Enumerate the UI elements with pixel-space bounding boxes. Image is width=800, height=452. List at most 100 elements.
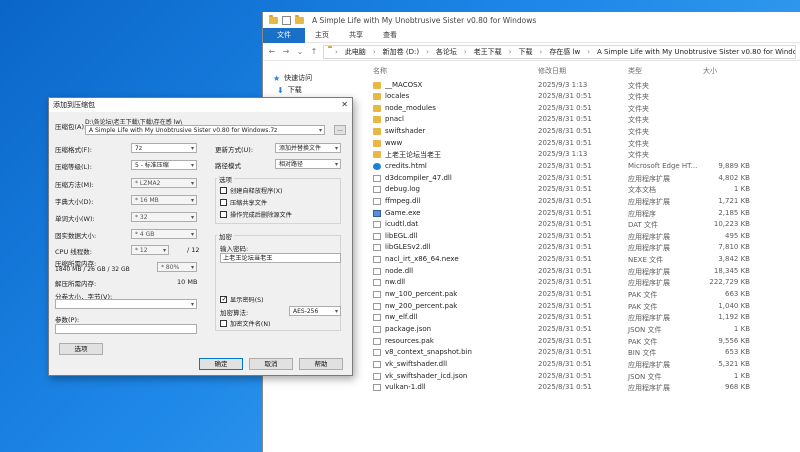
close-icon[interactable]: ✕ — [341, 100, 348, 109]
file-row[interactable]: vk_swiftshader_icd.json 2025/8/31 0:51 JSO… — [363, 370, 800, 382]
params-input[interactable] — [55, 324, 197, 334]
split-select[interactable]: ▾ — [55, 299, 197, 309]
back-arrow-icon[interactable]: ← — [267, 47, 277, 56]
nav-item-downloads[interactable]: ⬇ 下载 — [263, 84, 363, 96]
update-select[interactable]: 添加并替换文件 ▾ — [275, 143, 341, 153]
file-name: vulkan-1.dll — [385, 383, 426, 392]
file-type: PAK 文件 — [628, 337, 658, 346]
file-type: 文件夹 — [628, 151, 649, 160]
format-select[interactable]: 7z ▾ — [131, 143, 197, 153]
column-header-size[interactable]: 大小 — [703, 66, 717, 76]
address-bar[interactable]: › 此电脑 › 新加卷 (D:) › 各论坛 › 老王下载 › 下载 › 存在感 lw › … — [323, 44, 796, 59]
file-row[interactable]: nacl_irt_x86_64.nexe 2025/8/31 0:51 NEXE 文… — [363, 254, 800, 266]
column-header-name[interactable]: 名称 — [373, 66, 387, 76]
file-row[interactable]: package.json 2025/8/31 0:51 JSON 文件 1 KB — [363, 323, 800, 335]
ok-button[interactable]: 确定 — [199, 358, 243, 370]
nav-item-label: 快速访问 — [284, 74, 313, 82]
file-row[interactable]: ffmpeg.dll 2025/8/31 0:51 应用程序扩展 1,721 KB — [363, 195, 800, 207]
chevron-down-icon: ▾ — [190, 162, 194, 169]
file-icon — [373, 186, 381, 194]
breadcrumb-item[interactable]: 此电脑 — [345, 47, 366, 57]
column-header-type[interactable]: 类型 — [628, 66, 642, 76]
shared-checkbox[interactable]: 压缩共享文件 — [220, 198, 267, 207]
path-label: 路径模式 — [215, 162, 241, 170]
file-row[interactable]: credits.html 2025/8/31 0:51 Microsoft Edge… — [363, 160, 800, 172]
file-row[interactable]: swiftshader 2025/8/31 0:51 文件夹 — [363, 126, 800, 138]
file-icon — [373, 372, 381, 380]
file-row[interactable]: libEGL.dll 2025/8/31 0:51 应用程序扩展 495 KB — [363, 230, 800, 242]
file-row[interactable]: d3dcompiler_47.dll 2025/8/31 0:51 应用程序扩展 4,… — [363, 172, 800, 184]
solid-select[interactable]: * 4 GB ▾ — [131, 229, 197, 239]
archive-name-input[interactable]: A Simple Life with My Unobtrusive Sister… — [85, 125, 325, 135]
column-header-date[interactable]: 修改日期 — [538, 66, 566, 76]
method-select[interactable]: * LZMA2 ▾ — [131, 178, 197, 188]
delete-source-checkbox[interactable]: 操作完成后删除源文件 — [220, 210, 292, 219]
recent-chevron-icon[interactable]: ⌄ — [295, 47, 305, 56]
path-select[interactable]: 相对路径 ▾ — [275, 159, 341, 169]
file-row[interactable]: www 2025/8/31 0:51 文件夹 — [363, 137, 800, 149]
cpu-select[interactable]: * 12 ▾ — [131, 245, 169, 255]
file-row[interactable]: node.dll 2025/8/31 0:51 应用程序扩展 18,345 KB — [363, 265, 800, 277]
file-row[interactable]: resources.pak 2025/8/31 0:51 PAK 文件 9,556 K… — [363, 335, 800, 347]
file-row[interactable]: pnacl 2025/8/31 0:51 文件夹 — [363, 114, 800, 126]
forward-arrow-icon[interactable]: → — [281, 47, 291, 56]
cancel-button[interactable]: 取消 — [249, 358, 293, 370]
breadcrumb-item[interactable]: 老王下载 — [474, 47, 502, 57]
breadcrumb-item[interactable]: 存在感 lw — [549, 47, 580, 57]
mem-percent-select[interactable]: * 80% ▾ — [157, 262, 197, 272]
edge-browser-icon — [373, 162, 381, 170]
dict-select[interactable]: * 16 MB ▾ — [131, 195, 197, 205]
password-input[interactable]: 上老王论坛当老王 — [220, 253, 341, 263]
options-button[interactable]: 选项 — [59, 343, 103, 355]
file-name: nacl_irt_x86_64.nexe — [385, 255, 459, 264]
ribbon-tab-file[interactable]: 文件 — [263, 27, 305, 43]
sfx-checkbox[interactable]: 创建自释放程序(X) — [220, 186, 282, 195]
file-row[interactable]: libGLESv2.dll 2025/8/31 0:51 应用程序扩展 7,810 K… — [363, 242, 800, 254]
encrypt-names-checkbox[interactable]: 加密文件名(N) — [220, 319, 270, 328]
file-size: 1 KB — [733, 185, 750, 194]
properties-icon[interactable] — [282, 15, 291, 25]
file-row[interactable]: vk_swiftshader.dll 2025/8/31 0:51 应用程序扩展 5,… — [363, 358, 800, 370]
file-row[interactable]: vulkan-1.dll 2025/8/31 0:51 应用程序扩展 968 KB — [363, 382, 800, 394]
browse-button[interactable]: ... — [334, 125, 346, 135]
file-date: 2025/8/31 0:51 — [538, 208, 592, 217]
file-row[interactable]: nw_100_percent.pak 2025/8/31 0:51 PAK 文件 66… — [363, 289, 800, 301]
file-row[interactable]: Game.exe 2025/8/31 0:51 应用程序 2,185 KB — [363, 207, 800, 219]
help-button[interactable]: 帮助 — [299, 358, 343, 370]
file-row[interactable]: 上老王论坛当老王 2025/9/3 1:13 文件夹 — [363, 149, 800, 161]
file-row[interactable]: nw_200_percent.pak 2025/8/31 0:51 PAK 文件 1,… — [363, 300, 800, 312]
word-select[interactable]: * 32 ▾ — [131, 212, 197, 222]
file-icon — [373, 279, 381, 287]
new-folder-icon[interactable] — [295, 14, 304, 24]
ribbon-tab-share[interactable]: 共享 — [339, 28, 373, 43]
level-select[interactable]: 5 - 标准压缩 ▾ — [131, 160, 197, 170]
file-date: 2025/8/31 0:51 — [538, 348, 592, 357]
breadcrumb-separator-icon: › — [587, 47, 591, 56]
breadcrumb-item[interactable]: 各论坛 — [436, 47, 457, 57]
dict-value: * 16 MB — [135, 197, 159, 204]
file-size: 7,810 KB — [718, 243, 750, 252]
file-row[interactable]: __MACOSX 2025/9/3 1:13 文件夹 — [363, 79, 800, 91]
ribbon-tab-view[interactable]: 查看 — [373, 28, 407, 43]
breadcrumb-separator-icon: › — [463, 47, 467, 56]
file-size: 653 KB — [725, 348, 750, 357]
breadcrumb-item[interactable]: A Simple Life with My Unobtrusive Sister… — [597, 48, 795, 56]
file-date: 2025/8/31 0:51 — [538, 324, 592, 333]
file-date: 2025/8/31 0:51 — [538, 255, 592, 264]
file-row[interactable]: v8_context_snapshot.bin 2025/8/31 0:51 BIN… — [363, 347, 800, 359]
nav-item-quick-access[interactable]: ★ 快速访问 — [263, 72, 363, 84]
file-row[interactable]: debug.log 2025/8/31 0:51 文本文档 1 KB — [363, 184, 800, 196]
file-row[interactable]: locales 2025/8/31 0:51 文件夹 — [363, 91, 800, 103]
breadcrumb-item[interactable]: 新加卷 (D:) — [383, 47, 419, 57]
show-password-checkbox[interactable]: 显示密码(S) — [220, 295, 264, 304]
file-row[interactable]: nw.dll 2025/8/31 0:51 应用程序扩展 222,729 KB — [363, 277, 800, 289]
file-type: 应用程序扩展 — [628, 174, 670, 183]
ribbon-tab-home[interactable]: 主页 — [305, 28, 339, 43]
file-row[interactable]: icudtl.dat 2025/8/31 0:51 DAT 文件 10,223 KB — [363, 219, 800, 231]
up-arrow-icon[interactable]: ↑ — [309, 47, 319, 56]
file-row[interactable]: nw_elf.dll 2025/8/31 0:51 应用程序扩展 1,192 KB — [363, 312, 800, 324]
star-icon: ★ — [273, 73, 281, 83]
file-row[interactable]: node_modules 2025/8/31 0:51 文件夹 — [363, 102, 800, 114]
breadcrumb-item[interactable]: 下载 — [519, 47, 533, 57]
enc-method-select[interactable]: AES-256 ▾ — [289, 306, 341, 316]
